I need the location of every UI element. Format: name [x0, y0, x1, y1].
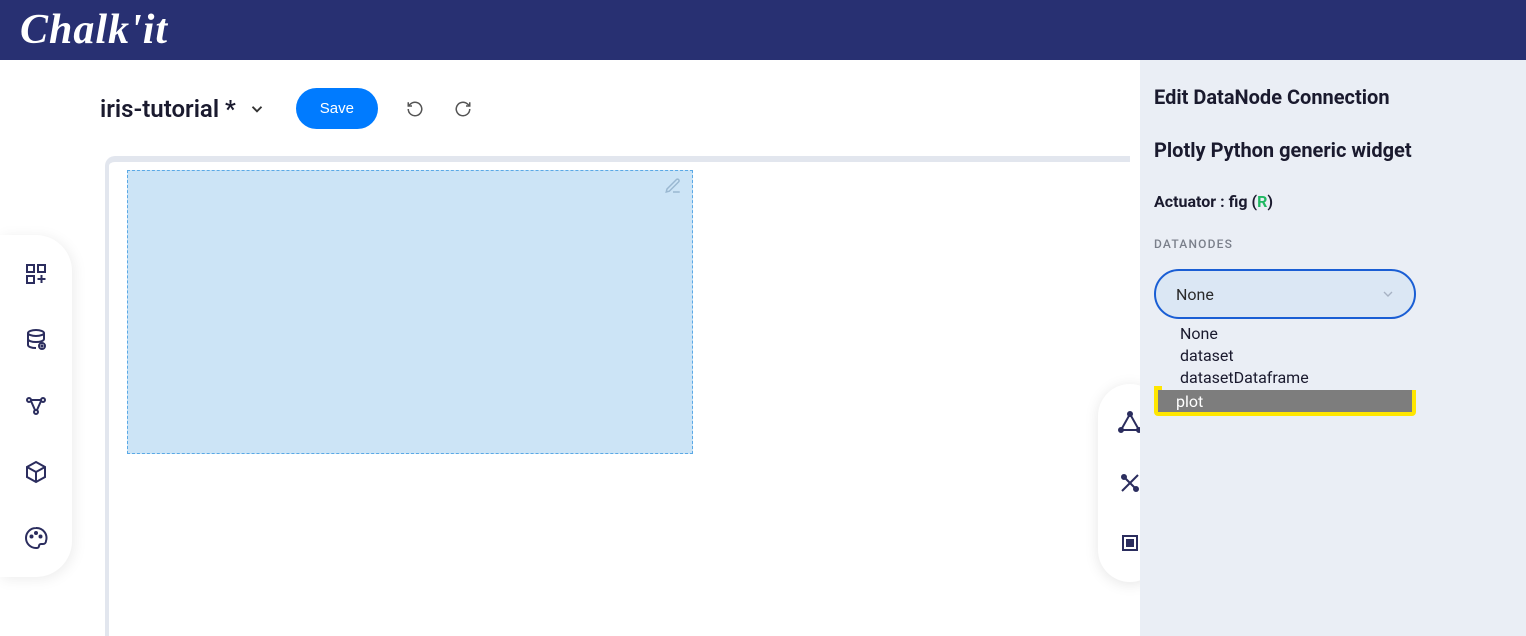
- dropdown-option-dataset[interactable]: dataset: [1162, 344, 1416, 366]
- chevron-down-icon: [1380, 286, 1396, 302]
- app-header: Chalk'it: [0, 0, 1526, 60]
- project-menu-toggle[interactable]: [248, 100, 266, 118]
- dropdown-option-none[interactable]: None: [1162, 322, 1416, 344]
- project-title: iris-tutorial *: [100, 95, 236, 123]
- package-icon[interactable]: [23, 459, 49, 485]
- grid-icon[interactable]: [23, 261, 49, 287]
- palette-icon[interactable]: [23, 525, 49, 551]
- actuator-value: fig: [1229, 192, 1248, 211]
- canvas-frame: [105, 156, 1130, 636]
- actuator-badge: R: [1257, 192, 1267, 211]
- actuator-line: Actuator : fig (R): [1154, 192, 1508, 211]
- left-rail: [0, 235, 72, 577]
- database-icon[interactable]: [23, 327, 49, 353]
- datanodes-label: DATANODES: [1154, 237, 1508, 251]
- save-button[interactable]: Save: [296, 88, 378, 129]
- datanodes-dropdown: None dataset datasetDataframe plot: [1154, 386, 1416, 416]
- actuator-label: Actuator :: [1154, 192, 1229, 211]
- app-logo: Chalk'it: [20, 6, 168, 54]
- panel-title: Edit DataNode Connection: [1154, 84, 1508, 110]
- dropdown-option-plot[interactable]: plot: [1158, 390, 1412, 412]
- redo-button[interactable]: [452, 98, 474, 120]
- panel-subtitle: Plotly Python generic widget: [1154, 138, 1508, 162]
- plotly-widget-placeholder[interactable]: [127, 170, 693, 454]
- topbar: iris-tutorial * Save: [100, 88, 474, 129]
- undo-button[interactable]: [404, 98, 426, 120]
- dropdown-option-datasetdataframe[interactable]: datasetDataframe: [1162, 366, 1416, 388]
- pencil-icon[interactable]: [664, 177, 684, 197]
- side-panel: Edit DataNode Connection Plotly Python g…: [1140, 60, 1526, 636]
- datanodes-selected: None: [1176, 285, 1214, 304]
- datanodes-select[interactable]: None: [1154, 269, 1416, 319]
- graph-icon[interactable]: [23, 393, 49, 419]
